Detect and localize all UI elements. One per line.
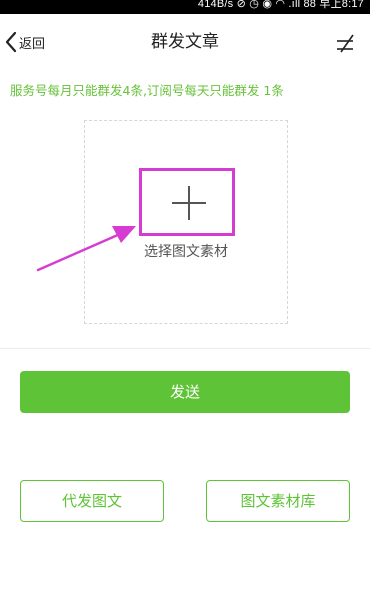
nav-bar: 返回 群发文章 bbox=[0, 14, 370, 70]
notice-text: 服务号每月只能群发4条,订阅号每天只能群发 1条 bbox=[10, 83, 284, 98]
add-material-button[interactable] bbox=[139, 168, 235, 236]
proxy-send-button[interactable]: 代发图文 bbox=[20, 480, 164, 522]
material-library-button[interactable]: 图文素材库 bbox=[206, 480, 350, 522]
picker-label: 选择图文素材 bbox=[144, 244, 228, 260]
divider bbox=[0, 348, 370, 349]
material-picker[interactable]: 选择图文素材 bbox=[84, 120, 288, 324]
edit-icon[interactable] bbox=[334, 32, 356, 54]
status-text: 414B/s ⊘ ◷ ◉ ◠ .ıll 88 早上8:17 bbox=[197, 0, 364, 10]
page-title: 群发文章 bbox=[151, 32, 219, 52]
send-button[interactable]: 发送 bbox=[20, 371, 350, 413]
status-bar: 414B/s ⊘ ◷ ◉ ◠ .ıll 88 早上8:17 bbox=[0, 0, 370, 14]
